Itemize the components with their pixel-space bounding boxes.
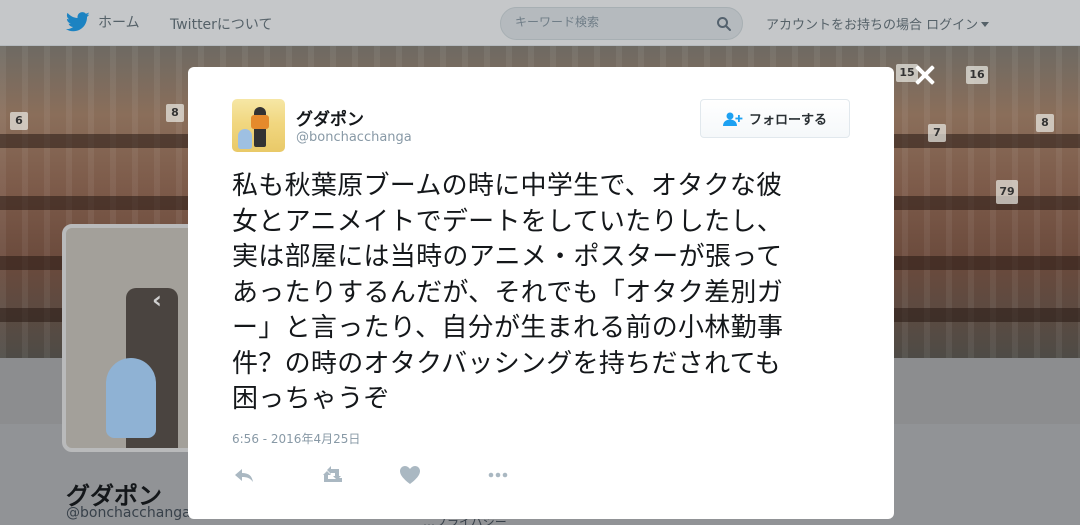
reply-icon[interactable] xyxy=(232,463,256,487)
search-icon[interactable] xyxy=(716,16,732,32)
tweet-text-line: 実は部屋には当時のアニメ・ポスターが張って xyxy=(232,242,783,272)
login-label: アカウントをお持ちの場合 ログイン xyxy=(766,18,979,33)
tweet-actions xyxy=(232,463,552,487)
like-icon[interactable] xyxy=(398,463,422,487)
tweet-text-line: 女とアニメイトでデートをしていたりしたし、 xyxy=(232,206,784,237)
search-box[interactable] xyxy=(500,7,743,40)
previous-arrow-icon[interactable]: ‹ xyxy=(152,286,162,314)
aisle-sign: 8 xyxy=(166,104,184,122)
follow-button[interactable]: フォローする xyxy=(700,99,850,138)
profile-handle: @bonchacchanga xyxy=(66,505,191,521)
about-link[interactable]: Twitterについて xyxy=(170,14,273,34)
add-user-icon xyxy=(722,112,743,126)
caret-down-icon xyxy=(981,22,990,27)
tweet-timestamp[interactable]: 6:56 - 2016年4月25日 xyxy=(232,430,360,447)
aisle-sign: 79 xyxy=(996,180,1018,204)
home-label: ホーム xyxy=(98,15,140,31)
aisle-sign: 8 xyxy=(1036,114,1054,132)
tweet-text-line: 困っちゃうぞ xyxy=(232,384,390,414)
more-icon[interactable] xyxy=(486,463,510,487)
login-dropdown[interactable]: アカウントをお持ちの場合 ログイン xyxy=(766,14,990,33)
twitter-bird-icon xyxy=(66,12,90,32)
user-name[interactable]: グダポン xyxy=(296,105,364,130)
tweet-text: 私も秋葉原ブームの時に中学生で、オタクな彼 女とアニメイトでデートをしていたりし… xyxy=(232,169,852,418)
home-link[interactable]: ホーム xyxy=(66,12,140,32)
tweet-text-line: 件？の時のオタクバッシングを持ちだされても xyxy=(232,348,781,379)
tweet-modal: グダポン @bonchacchanga フォローする 私も秋葉原ブームの時に中学… xyxy=(188,67,894,519)
close-icon[interactable] xyxy=(911,61,939,89)
follow-label: フォローする xyxy=(748,113,827,128)
aisle-sign: 7 xyxy=(928,124,946,142)
user-avatar[interactable] xyxy=(232,99,285,152)
tweet-text-line: 私も秋葉原ブームの時に中学生で、オタクな彼 xyxy=(232,171,783,201)
aisle-sign: 6 xyxy=(10,112,28,130)
tweet-text-line: あったりするんだが、それでも「オタク差別ガ xyxy=(232,277,784,308)
tweet-text-line: ー」と言ったり、自分が生まれる前の小林勤事 xyxy=(232,313,784,343)
avatar-pet xyxy=(106,358,156,438)
aisle-sign: 16 xyxy=(966,66,988,84)
top-navigation-bar: ホーム Twitterについて アカウントをお持ちの場合 ログイン xyxy=(0,0,1080,46)
user-handle[interactable]: @bonchacchanga xyxy=(296,130,412,145)
avatar-pet xyxy=(238,129,252,149)
search-input[interactable] xyxy=(515,15,705,29)
retweet-icon[interactable] xyxy=(322,463,346,487)
avatar-shirt xyxy=(251,115,269,129)
